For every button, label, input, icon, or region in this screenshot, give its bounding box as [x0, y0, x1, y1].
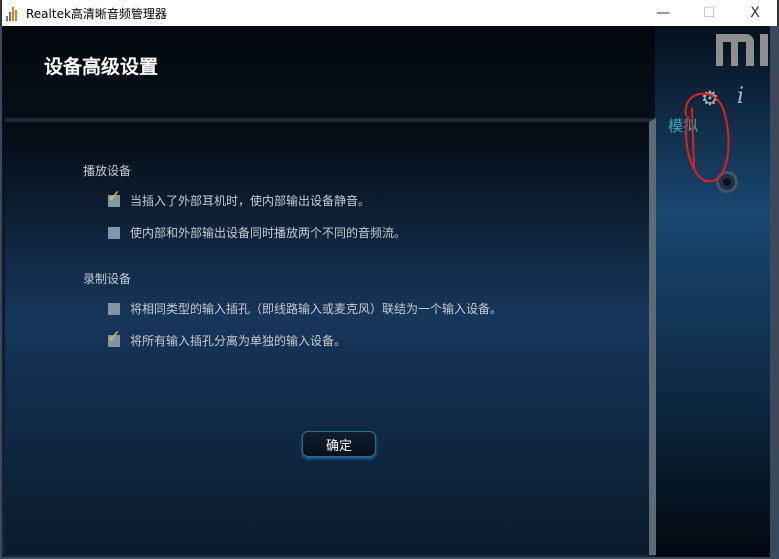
speaker-app-icon: [6, 5, 22, 21]
ok-button[interactable]: 确定: [302, 431, 376, 457]
checkbox-checked-icon[interactable]: [107, 327, 121, 347]
window-title: Realtek高清晰音频管理器: [26, 6, 167, 21]
separate-inputs-checkbox[interactable]: 将所有输入插孔分离为单独的输入设备。: [107, 327, 347, 349]
title-bar: Realtek高清晰音频管理器 — ☐ X: [0, 0, 779, 26]
page-title: 设备高级设置: [44, 56, 159, 78]
checkbox-checked-icon[interactable]: [107, 187, 121, 207]
maximize-button[interactable]: ☐: [686, 0, 732, 26]
combine-inputs-checkbox[interactable]: 将相同类型的输入插孔（即线路输入或麦克风）联结为一个输入设备。: [108, 300, 502, 317]
recording-heading: 录制设备: [83, 272, 132, 286]
close-button[interactable]: X: [732, 0, 778, 26]
checkbox-unchecked-icon[interactable]: [108, 226, 120, 239]
dual-stream-checkbox[interactable]: 使内部和外部输出设备同时播放两个不同的音频流。: [108, 224, 406, 241]
main-area: 设备高级设置 ⚙ i 模拟 播放设备 当插入了外部耳机时，使内部输出设备静音。 …: [2, 26, 770, 557]
red-circle-annotation: [684, 92, 730, 183]
checkbox-unchecked-icon[interactable]: [108, 302, 120, 315]
mi-logo: [716, 34, 768, 66]
option-label: 当插入了外部耳机时，使内部输出设备静音。: [130, 194, 371, 208]
info-icon[interactable]: i: [737, 84, 744, 109]
settings-panel: 播放设备 当插入了外部耳机时，使内部输出设备静音。 使内部和外部输出设备同时播放…: [5, 118, 656, 555]
option-label: 将相同类型的输入插孔（即线路输入或麦克风）联结为一个输入设备。: [130, 302, 503, 316]
minimize-button[interactable]: —: [640, 0, 686, 26]
playback-heading: 播放设备: [83, 164, 132, 178]
mute-internal-checkbox[interactable]: 当插入了外部耳机时，使内部输出设备静音。: [107, 187, 371, 209]
option-label: 使内部和外部输出设备同时播放两个不同的音频流。: [130, 226, 407, 240]
option-label: 将所有输入插孔分离为单独的输入设备。: [130, 334, 347, 348]
